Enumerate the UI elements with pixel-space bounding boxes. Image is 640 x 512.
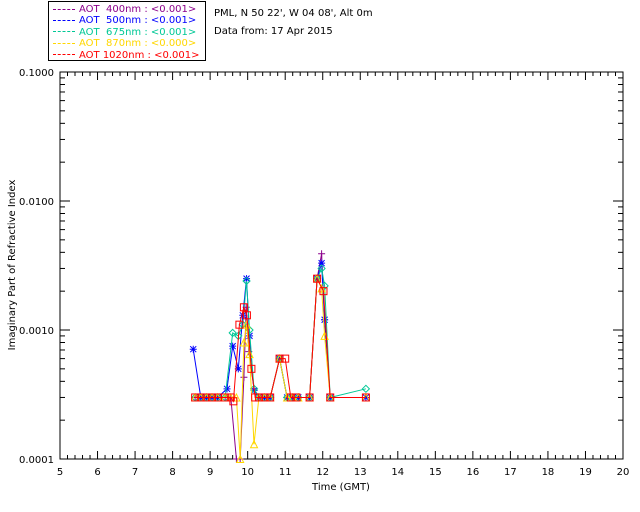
x-tick-label: 11 (279, 467, 292, 478)
legend-label: AOT 870nm : <0.000> (79, 38, 197, 50)
data-point (229, 342, 237, 350)
x-tick-label: 6 (94, 467, 100, 478)
legend-item: AOT 500nm : <0.001> (53, 15, 196, 27)
legend-swatch (53, 42, 75, 44)
legend: AOT 400nm : <0.001> AOT 500nm : <0.001> AO… (48, 1, 206, 61)
legend-item: AOT 400nm : <0.001> (53, 4, 196, 16)
x-tick-label: 18 (542, 467, 555, 478)
x-tick-label: 12 (316, 467, 329, 478)
x-tick-label: 17 (504, 467, 517, 478)
legend-swatch (53, 19, 75, 21)
legend-swatch (53, 31, 75, 33)
data-point (189, 345, 197, 353)
x-tick-label: 9 (207, 467, 213, 478)
legend-item: AOT 870nm : <0.000> (53, 38, 196, 50)
y-tick-label: 0.0001 (19, 455, 54, 466)
legend-label: AOT 1020nm : <0.001> (79, 49, 200, 61)
x-tick-label: 15 (429, 467, 442, 478)
y-tick-label: 0.1000 (19, 68, 54, 79)
legend-item: AOT 1020nm : <0.001> (53, 50, 199, 62)
site-info: PML, N 50 22', W 04 08', Alt 0m (214, 8, 373, 19)
data-point (321, 316, 329, 324)
x-tick-label: 8 (169, 467, 175, 478)
x-tick-label: 16 (466, 467, 479, 478)
legend-swatch (53, 8, 75, 10)
x-tick-label: 14 (391, 467, 404, 478)
date-info: Data from: 17 Apr 2015 (214, 26, 333, 37)
legend-item: AOT 675nm : <0.001> (53, 27, 196, 39)
plot-frame (59, 71, 624, 460)
x-tick-label: 13 (354, 467, 367, 478)
data-point (223, 385, 231, 393)
legend-label: AOT 400nm : <0.001> (79, 4, 197, 15)
x-tick-label: 5 (57, 467, 63, 478)
legend-swatch (53, 54, 75, 56)
legend-label: AOT 675nm : <0.001> (79, 26, 197, 38)
x-tick-label: 7 (132, 467, 138, 478)
x-tick-label: 10 (241, 467, 254, 478)
legend-label: AOT 500nm : <0.001> (79, 15, 197, 27)
x-tick-label: 19 (579, 467, 592, 478)
x-axis-label: Time (GMT) (311, 482, 370, 493)
y-tick-label: 0.0010 (19, 326, 54, 337)
x-tick-label: 20 (617, 467, 630, 478)
y-axis-label: Imaginary Part of Refractive Index (7, 180, 18, 351)
chart-svg: 5 6 7 8 9 10 11 12 13 14 15 16 17 18 19 20 0.0001 0.0010 0… (7, 68, 630, 493)
y-tick-label: 0.0100 (19, 197, 54, 208)
